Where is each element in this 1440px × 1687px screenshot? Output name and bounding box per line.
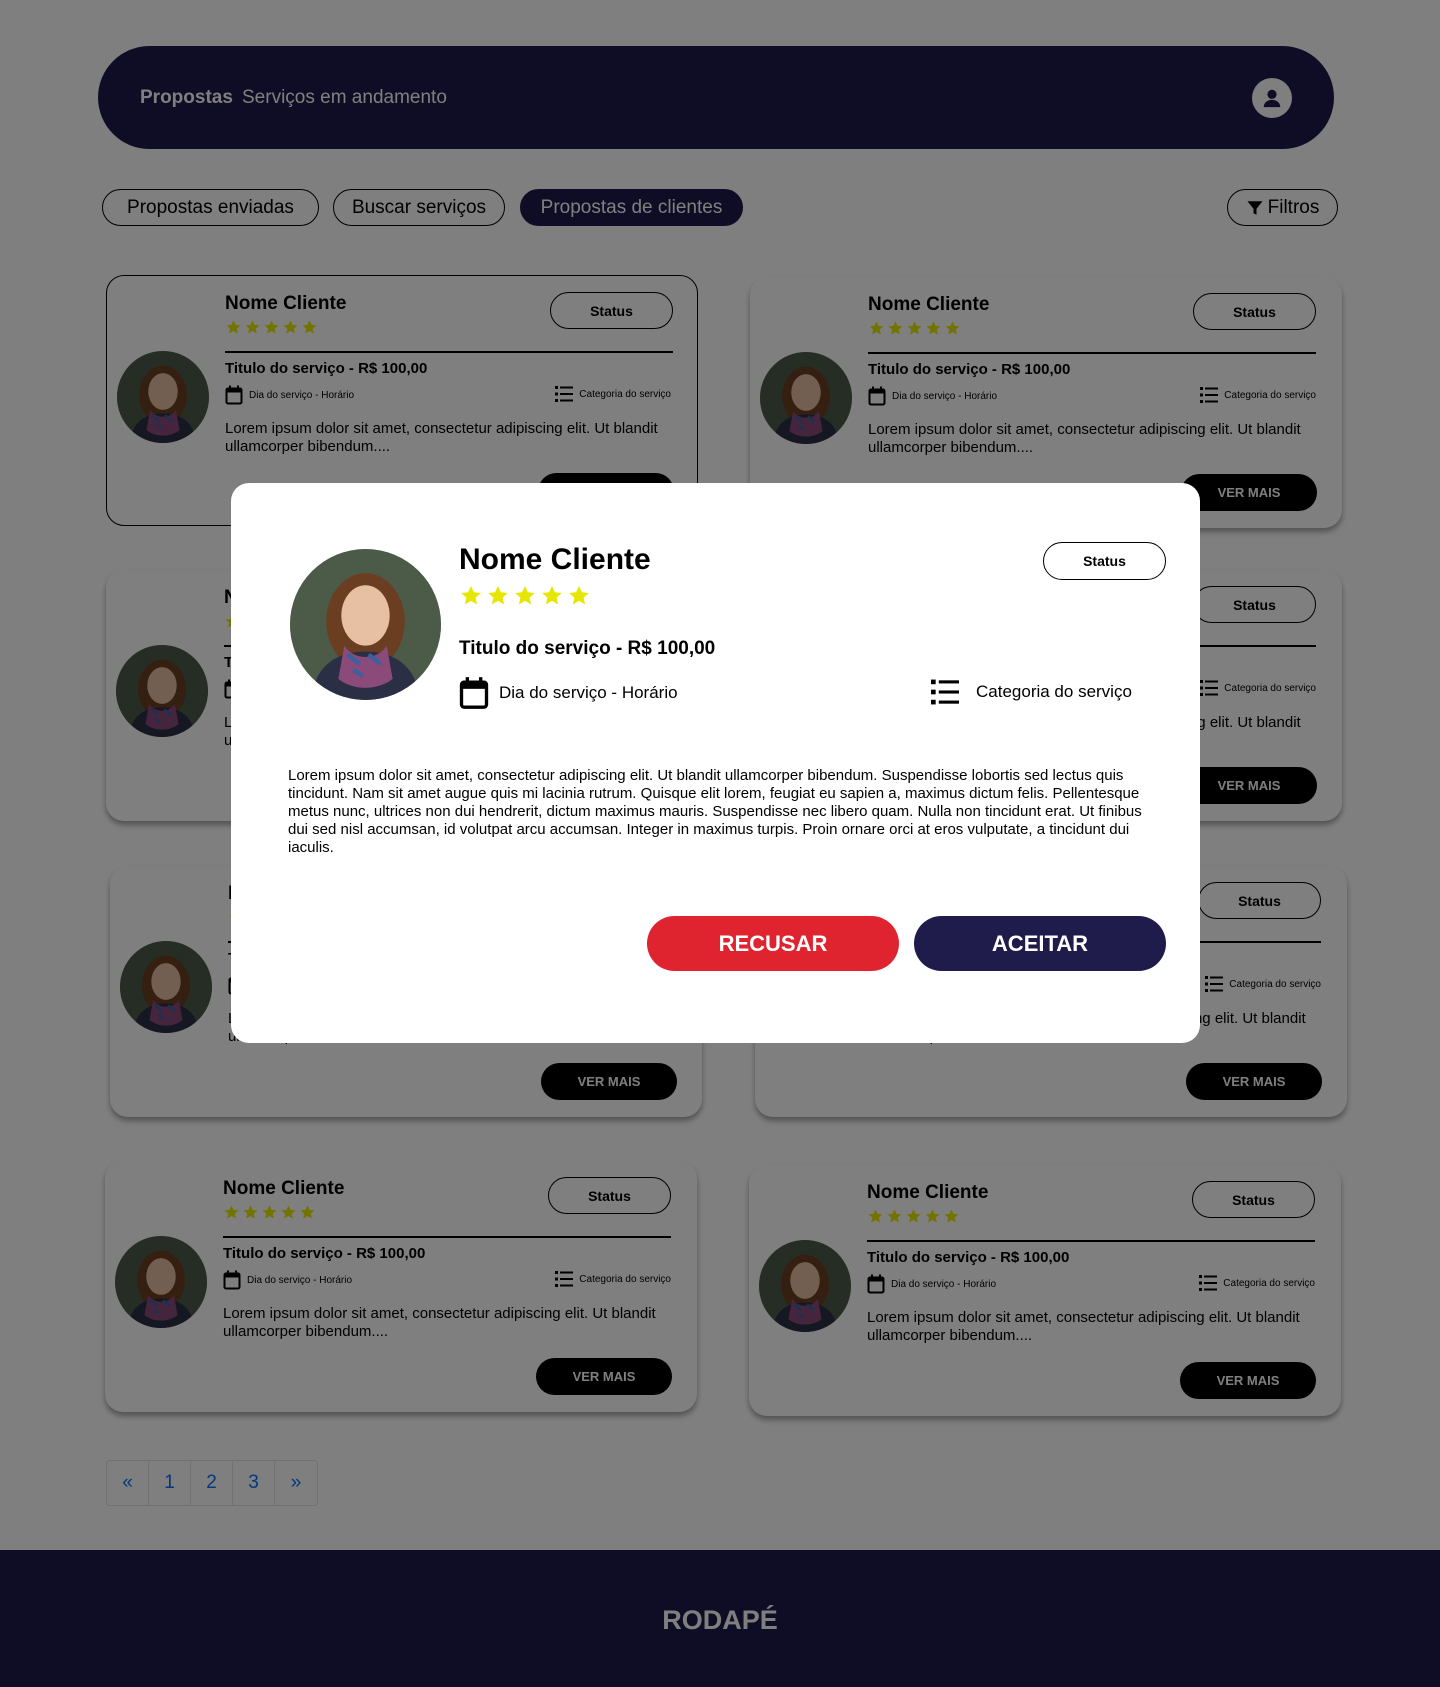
modal-service-title: Titulo do serviço - R$ 100,00: [459, 638, 716, 659]
modal-service-category-text: Categoria do serviço: [976, 682, 1132, 701]
star-icon: [569, 586, 589, 605]
modal-status-badge[interactable]: Status: [1043, 542, 1166, 580]
list-icon: [931, 679, 959, 705]
modal-service-category: Categoria do serviço: [931, 676, 1132, 708]
accept-button[interactable]: ACEITAR: [914, 916, 1166, 971]
calendar-icon: [459, 677, 489, 709]
modal-rating-stars: [459, 584, 591, 608]
proposal-detail-modal: Nome Cliente Status Titulo do serviço - …: [231, 483, 1200, 1043]
star-icon: [488, 586, 508, 605]
star-icon: [542, 586, 562, 605]
reject-button[interactable]: RECUSAR: [647, 916, 899, 971]
star-icon: [461, 586, 481, 605]
client-photo-large: [290, 549, 441, 700]
modal-client-name: Nome Cliente: [459, 543, 651, 576]
star-icon: [515, 586, 535, 605]
modal-description: Lorem ipsum dolor sit amet, consectetur …: [288, 767, 1142, 856]
modal-service-date-text: Dia do serviço - Horário: [499, 683, 678, 702]
modal-service-date: Dia do serviço - Horário: [459, 676, 678, 710]
avatar-image: [290, 549, 441, 700]
